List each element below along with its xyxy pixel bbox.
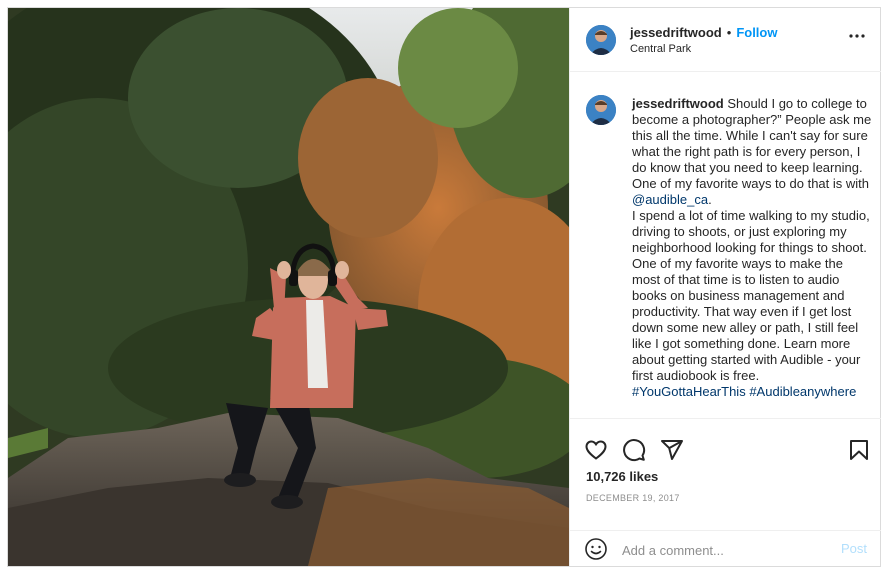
bookmark-icon xyxy=(850,440,868,460)
photo-image xyxy=(8,8,569,566)
emoji-button[interactable] xyxy=(584,537,608,566)
post-comment-button[interactable]: Post xyxy=(841,541,867,556)
share-button[interactable] xyxy=(660,438,684,467)
caption-avatar[interactable] xyxy=(586,95,616,125)
caption-text-1-end: . xyxy=(708,192,712,207)
caption-hashtags: #YouGottaHearThis #Audibleanywhere xyxy=(632,384,872,400)
instagram-post: jessedriftwood • Follow Central Park jes… xyxy=(7,7,881,567)
emoji-icon xyxy=(585,538,607,560)
add-comment-bar: Post xyxy=(570,530,881,566)
actions-section: 10,726 likes DECEMBER 19, 2017 xyxy=(570,418,881,530)
caption-username[interactable]: jessedriftwood xyxy=(632,96,724,111)
heart-icon xyxy=(585,440,607,460)
post-header: jessedriftwood • Follow Central Park xyxy=(570,8,881,72)
more-options-icon[interactable] xyxy=(849,28,865,49)
caption-text: jessedriftwood Should I go to college to… xyxy=(632,96,872,400)
save-button[interactable] xyxy=(847,438,871,467)
comments-area[interactable]: jessedriftwood Should I go to college to… xyxy=(570,72,881,418)
location-link[interactable]: Central Park xyxy=(630,43,691,55)
likes-count[interactable]: 10,726 likes xyxy=(586,469,658,484)
post-sidebar: jessedriftwood • Follow Central Park jes… xyxy=(569,8,881,566)
follow-button[interactable]: Follow xyxy=(736,25,777,40)
comment-button[interactable] xyxy=(622,438,646,467)
avatar-image xyxy=(586,95,616,125)
separator-dot: • xyxy=(726,25,732,40)
post-photo[interactable] xyxy=(8,8,569,566)
more-dots-icon xyxy=(849,34,865,38)
username-link[interactable]: jessedriftwood xyxy=(630,25,722,40)
hashtag-link[interactable]: #Audibleanywhere xyxy=(749,384,856,399)
header-user-line: jessedriftwood • Follow xyxy=(630,25,777,40)
comment-input[interactable] xyxy=(620,539,824,561)
like-button[interactable] xyxy=(584,438,608,467)
caption-paragraph-1: jessedriftwood Should I go to college to… xyxy=(632,96,872,208)
hashtag-link[interactable]: #YouGottaHearThis xyxy=(632,384,746,399)
avatar[interactable] xyxy=(586,25,616,55)
avatar-image xyxy=(586,25,616,55)
share-icon xyxy=(661,440,683,460)
caption-paragraph-2: I spend a lot of time walking to my stud… xyxy=(632,208,870,383)
comment-icon xyxy=(623,439,646,462)
mention-link[interactable]: @audible_ca xyxy=(632,192,708,207)
post-date[interactable]: DECEMBER 19, 2017 xyxy=(586,493,680,503)
